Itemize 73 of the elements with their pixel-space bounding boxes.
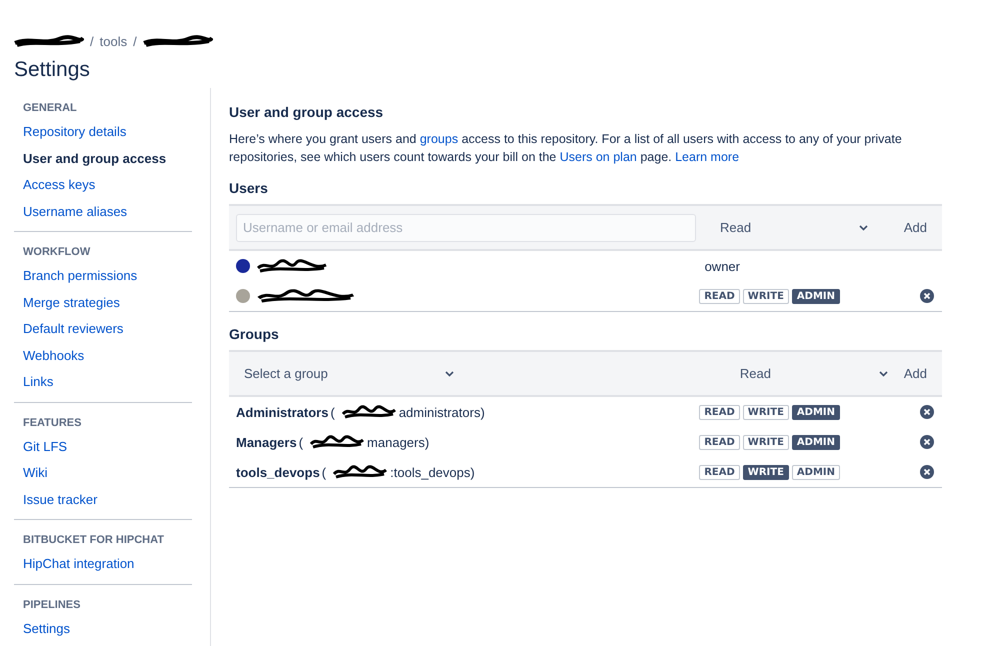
redaction-scribble (309, 435, 366, 449)
permission-toggle[interactable]: READ (699, 288, 740, 304)
intro-link[interactable]: Learn more (675, 150, 740, 164)
groups-heading: Groups (229, 326, 280, 342)
group-name: Managers (236, 434, 297, 450)
permission-dropdown[interactable]: Read (732, 360, 896, 388)
permission-toggle[interactable]: ADMIN (792, 464, 840, 480)
breadcrumb-link[interactable]: / (90, 34, 94, 48)
redaction-scribble (332, 465, 388, 479)
sidebar-item[interactable]: Access keys (23, 172, 192, 198)
redaction-scribble (142, 35, 213, 47)
sidebar-item[interactable]: Branch permissions (23, 263, 192, 290)
username-field[interactable]: Username or email address (236, 214, 696, 242)
redaction-scribble (340, 405, 397, 419)
sidebar-item[interactable]: HipChat integration (23, 551, 192, 578)
sidebar-item[interactable]: User and group access (23, 146, 192, 172)
add-button[interactable]: Add (896, 220, 935, 235)
permission-toggle[interactable]: READ (699, 434, 740, 450)
sidebar-heading: PIPELINES (23, 598, 82, 610)
intro-paragraph: Here’s where you grant users and groups access to this repository. For a list of all users with access to any of your private repositories, see which users count towards your bill on the Users on plan page. Learn more (229, 131, 903, 166)
sidebar-item[interactable]: Git LFS (23, 434, 192, 460)
permission-toggle[interactable]: ADMIN (792, 288, 840, 304)
permission-toggle[interactable]: WRITE (742, 404, 789, 420)
add-button[interactable]: Add (896, 366, 935, 381)
sidebar-item[interactable]: Merge strategies (23, 290, 192, 316)
page-title: Settings (14, 58, 91, 82)
sidebar-item[interactable]: Wiki (23, 460, 192, 486)
sidebar-item[interactable]: Default reviewers (23, 316, 192, 342)
intro-link[interactable]: Users on plan (560, 150, 637, 164)
intro-link[interactable]: groups (420, 132, 458, 146)
breadcrumb-link[interactable]: / (133, 34, 137, 48)
group-detail: :tools_devops) (390, 464, 475, 480)
permission-toggle[interactable]: ADMIN (792, 404, 840, 420)
permission-toggle[interactable]: ADMIN (792, 434, 840, 450)
sidebar-heading: FEATURES (23, 416, 82, 428)
avatar-icon (236, 259, 250, 273)
sidebar-item[interactable]: Issue tracker (23, 486, 192, 513)
remove-icon[interactable] (920, 405, 934, 419)
group-detail: ( (298, 434, 304, 450)
group-detail: administrators) (398, 404, 485, 420)
remove-icon[interactable] (920, 435, 934, 449)
permission-toggle[interactable]: READ (699, 464, 740, 480)
avatar-icon (236, 289, 250, 303)
sidebar-item[interactable]: Username aliases (23, 198, 192, 225)
chevron-down-icon (445, 370, 454, 376)
breadcrumb-link[interactable]: tools (100, 34, 128, 48)
chevron-down-icon (859, 224, 868, 230)
permission-toggle[interactable]: WRITE (742, 464, 789, 480)
sidebar-item[interactable]: Links (23, 369, 192, 396)
users-heading: Users (229, 180, 269, 196)
redaction-scribble (14, 35, 84, 47)
permission-toggle[interactable]: WRITE (742, 288, 789, 304)
permission-dropdown[interactable]: Read (712, 214, 876, 242)
sidebar-heading: GENERAL (23, 102, 78, 114)
role-label: owner (704, 258, 740, 274)
redaction-scribble (256, 259, 328, 273)
remove-icon[interactable] (920, 465, 934, 479)
sidebar-heading: WORKFLOW (23, 246, 92, 258)
group-detail: managers) (367, 434, 430, 450)
remove-icon[interactable] (920, 289, 934, 303)
group-name: Administrators (236, 404, 328, 420)
sidebar-item[interactable]: Webhooks (23, 342, 192, 369)
sidebar-item[interactable]: Settings (23, 616, 192, 642)
group-detail: ( (330, 404, 335, 420)
group-name: tools_devops (236, 464, 320, 480)
group-detail: ( (322, 464, 326, 480)
permission-toggle[interactable]: WRITE (742, 434, 789, 450)
sidebar-item[interactable]: Repository details (23, 119, 192, 146)
permission-toggle[interactable]: READ (699, 404, 740, 420)
group-dropdown[interactable]: Select a group (236, 360, 462, 388)
chevron-down-icon (878, 370, 888, 376)
sidebar-heading: BITBUCKET FOR HIPCHAT (23, 534, 165, 546)
section-title: User and group access (229, 104, 384, 120)
